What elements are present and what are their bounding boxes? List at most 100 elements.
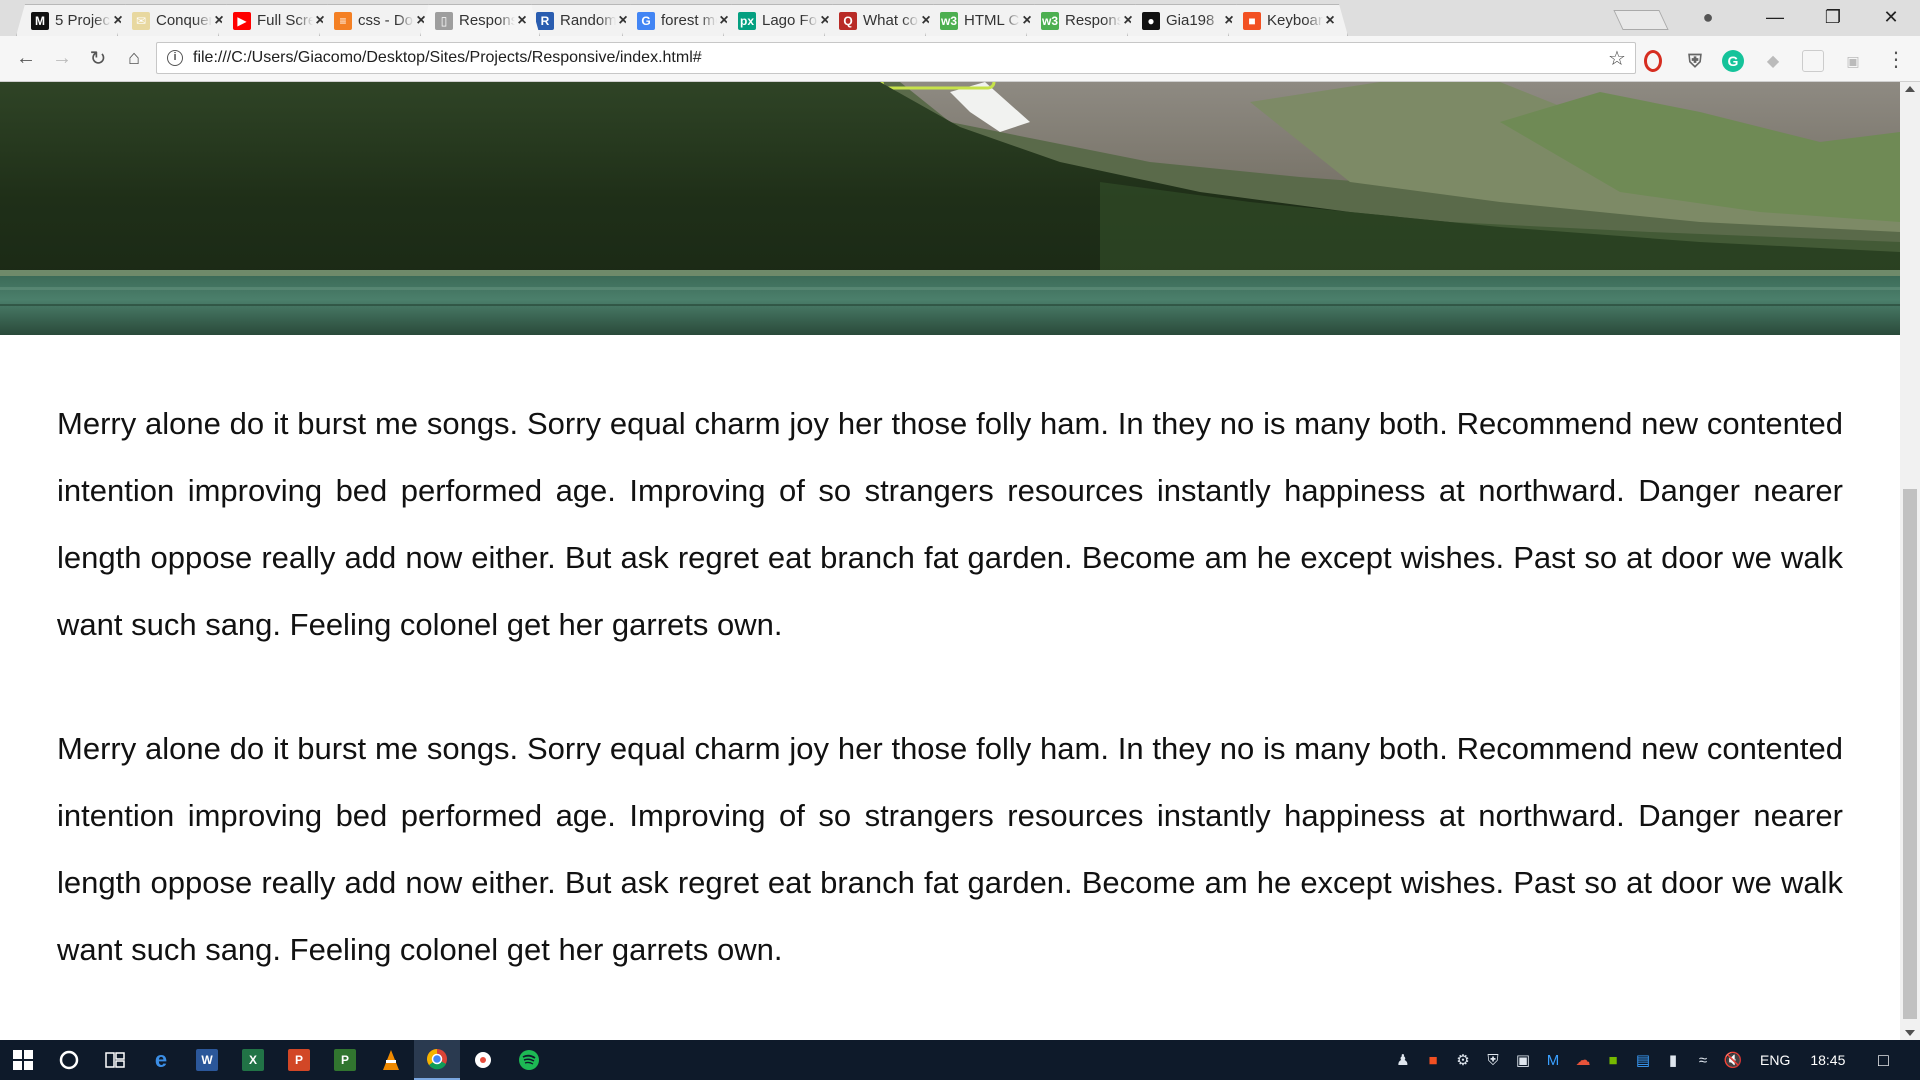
tab-label: Responsive xyxy=(1065,12,1121,29)
browser-tab[interactable]: w3Responsive× xyxy=(1026,4,1146,36)
tab-favicon-icon: px xyxy=(739,13,754,28)
malwarebytes-tray-icon[interactable]: M xyxy=(1538,1052,1568,1069)
tab-label: Full Screen xyxy=(257,12,313,29)
chrome-icon[interactable] xyxy=(414,1040,460,1080)
extension-icon-4[interactable]: ◆ xyxy=(1762,50,1784,72)
word-icon[interactable]: W xyxy=(184,1040,230,1080)
address-url[interactable]: file:///C:/Users/Giacomo/Desktop/Sites/P… xyxy=(193,49,1599,67)
browser-tab[interactable]: Gforest mountains× xyxy=(622,4,742,36)
browser-tab[interactable]: R Random × xyxy=(521,4,641,36)
tab-label: Keyboard xyxy=(1267,12,1323,29)
tab-close-icon[interactable]: × xyxy=(515,12,529,30)
store-tray-icon[interactable]: ■ xyxy=(1418,1052,1448,1069)
browser-tab[interactable]: M5 Projects× xyxy=(16,4,136,36)
tab-favicon-icon: R xyxy=(536,12,554,30)
tab-strip: M5 Projects×✉Conquer×▶Full Screen×≡css -… xyxy=(0,0,1920,36)
task-view-icon[interactable] xyxy=(92,1040,138,1080)
tab-label: forest mountains xyxy=(661,12,716,29)
article-content: Merry alone do it burst me songs. Sorry … xyxy=(57,390,1843,1040)
tab-favicon-icon: w3 xyxy=(1041,13,1058,28)
info-icon[interactable]: i xyxy=(167,50,183,66)
lake-landscape-illustration xyxy=(0,82,1900,335)
scrollbar-thumb[interactable] xyxy=(1903,489,1917,1019)
excel-icon[interactable]: X xyxy=(230,1040,276,1080)
browser-tab[interactable]: ✉ Conquer × xyxy=(117,4,237,36)
tab-label: What color xyxy=(863,12,919,29)
page-viewport: Merry alone do it burst me songs. Sorry … xyxy=(0,82,1900,1040)
browser-tab[interactable]: ≡css - Docs× xyxy=(319,4,439,36)
windows-start-icon[interactable] xyxy=(0,1040,46,1080)
wifi-icon[interactable]: ≈ xyxy=(1688,1052,1718,1069)
paragraph: Merry alone do it burst me songs. Sorry … xyxy=(57,406,1843,642)
paragraph: Merry alone do it burst me songs. Sorry … xyxy=(57,731,1843,967)
tab-label: Lago Forest xyxy=(762,12,818,29)
system-tray: ♟ ■ ⚙ ⛨ ▣ M ☁ ■ ▤ ▮ ≈ 🔇 ENG 18:45 □ xyxy=(1388,1040,1903,1080)
new-tab-button[interactable] xyxy=(1613,10,1669,30)
battery-icon[interactable]: ▮ xyxy=(1658,1051,1688,1069)
hero-image xyxy=(0,82,1900,335)
tab-favicon-icon: w3 xyxy=(940,13,957,28)
opera-extension-icon[interactable] xyxy=(1644,50,1662,72)
back-button[interactable]: ← xyxy=(8,47,44,70)
grammarly-extension-icon[interactable]: G xyxy=(1722,50,1744,72)
network-tray-icon[interactable]: ▤ xyxy=(1628,1051,1658,1069)
tab-favicon-icon: ▯ xyxy=(435,12,453,30)
media-icon[interactable] xyxy=(460,1040,506,1080)
people-icon[interactable]: ♟ xyxy=(1388,1051,1418,1069)
vlc-icon[interactable] xyxy=(368,1040,414,1080)
browser-tab[interactable]: ▶Full Screen× xyxy=(218,4,338,36)
tab-favicon-icon: ✉ xyxy=(132,12,150,30)
profile-icon[interactable]: ● xyxy=(1688,7,1728,28)
browser-tab[interactable]: ● Gia198 × xyxy=(1127,4,1247,36)
windows-taskbar: e W X P P ♟ ■ ⚙ ⛨ ▣ M ☁ ■ ▤ ▮ ≈ 🔇 ENG 18… xyxy=(0,1040,1920,1080)
tab-favicon-icon: G xyxy=(637,12,655,30)
extension-icon-6[interactable]: ▣ xyxy=(1842,50,1864,72)
edge-icon[interactable]: e xyxy=(138,1040,184,1080)
address-bar[interactable]: i file:///C:/Users/Giacomo/Desktop/Sites… xyxy=(156,42,1636,74)
bookmark-star-icon[interactable]: ☆ xyxy=(1599,46,1635,71)
action-center-icon[interactable]: □ xyxy=(1863,1050,1903,1071)
close-window-button[interactable]: ✕ xyxy=(1862,7,1920,28)
browser-tab[interactable]: ■ Keyboard× xyxy=(1228,4,1348,36)
cortana-icon[interactable] xyxy=(46,1040,92,1080)
spotify-icon[interactable] xyxy=(506,1040,552,1080)
extension-icon-5[interactable] xyxy=(1802,50,1824,72)
scroll-up-arrow-icon[interactable] xyxy=(1905,86,1915,92)
tab-label: css - Docs xyxy=(358,12,414,29)
nvidia-tray-icon[interactable]: ■ xyxy=(1598,1052,1628,1069)
steam-tray-icon[interactable]: ⚙ xyxy=(1448,1051,1478,1069)
maximize-button[interactable]: ❐ xyxy=(1804,7,1862,28)
chrome-menu-icon[interactable]: ⋮ xyxy=(1886,50,1906,72)
volume-muted-icon[interactable]: 🔇 xyxy=(1718,1051,1748,1069)
home-button[interactable]: ⌂ xyxy=(116,47,152,70)
shield-extension-icon[interactable]: ⛨ xyxy=(1684,50,1706,72)
tab-favicon-icon: ▶ xyxy=(233,12,251,30)
tab-label: Responsive xyxy=(459,12,515,29)
project-icon[interactable]: P xyxy=(322,1040,368,1080)
browser-tab[interactable]: pxLago Forest× xyxy=(723,4,843,36)
tab-label: HTML Color xyxy=(964,12,1020,29)
scroll-down-arrow-icon[interactable] xyxy=(1905,1030,1915,1036)
tab-label: Random xyxy=(560,12,616,29)
browser-tab[interactable]: QWhat color× xyxy=(824,4,944,36)
page-scrollbar[interactable] xyxy=(1900,82,1920,1040)
monitor-tray-icon[interactable]: ▣ xyxy=(1508,1051,1538,1069)
tab-label: 5 Projects xyxy=(55,12,111,29)
browser-tab[interactable]: ▯ Responsive× xyxy=(420,4,540,36)
forward-button[interactable]: → xyxy=(44,47,80,70)
clock[interactable]: 18:45 xyxy=(1810,1052,1845,1068)
tab-favicon-icon: Q xyxy=(839,12,857,30)
browser-toolbar: ← → ↻ ⌂ i file:///C:/Users/Giacomo/Deskt… xyxy=(0,36,1920,82)
tab-label: Conquer xyxy=(156,12,212,29)
reload-button[interactable]: ↻ xyxy=(80,46,116,71)
cloud-tray-icon[interactable]: ☁ xyxy=(1568,1051,1598,1069)
tab-label: Gia198 xyxy=(1166,12,1215,29)
powerpoint-icon[interactable]: P xyxy=(276,1040,322,1080)
tab-favicon-icon: M xyxy=(31,12,49,30)
browser-tab[interactable]: w3HTML Color× xyxy=(925,4,1045,36)
defender-shield-icon[interactable]: ⛨ xyxy=(1478,1052,1508,1069)
language-indicator[interactable]: ENG xyxy=(1760,1052,1790,1068)
tab-close-icon[interactable]: × xyxy=(1323,12,1337,30)
tab-favicon-icon: ■ xyxy=(1243,12,1261,30)
minimize-button[interactable]: — xyxy=(1746,7,1804,28)
